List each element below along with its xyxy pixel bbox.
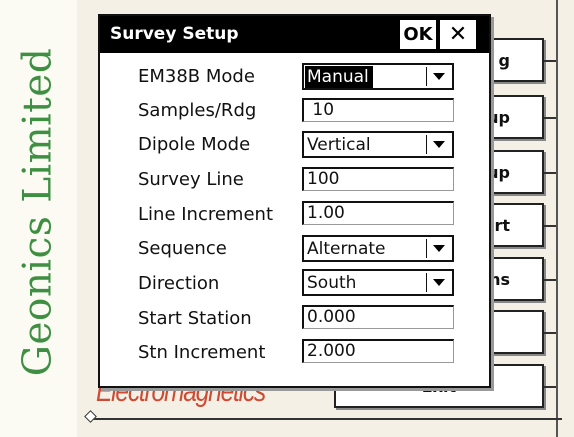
em38b-mode-value: Manual — [305, 66, 373, 88]
sequence-value: Alternate — [307, 239, 386, 259]
dialog-titlebar: Survey Setup OK ✕ — [100, 16, 489, 53]
brand-sidebar: Geonics Limited — [0, 0, 79, 437]
right-divider — [556, 0, 558, 437]
direction-label: Direction — [138, 273, 220, 294]
direction-value: South — [307, 273, 357, 293]
dialog-title: Survey Setup — [110, 24, 239, 44]
close-icon: ✕ — [448, 22, 468, 47]
line-increment-input[interactable]: 1.00 — [302, 201, 454, 225]
direction-select[interactable]: South — [302, 269, 454, 296]
em38b-mode-label: EM38B Mode — [138, 66, 255, 87]
station-increment-label: Stn Increment — [138, 342, 266, 363]
survey-line-label: Survey Line — [138, 169, 244, 190]
chevron-down-icon[interactable] — [426, 135, 450, 154]
start-station-label: Start Station — [138, 308, 252, 329]
samples-per-reading-input[interactable]: 10 — [302, 98, 454, 122]
close-button[interactable]: ✕ — [440, 20, 476, 49]
samples-per-reading-label: Samples/Rdg — [138, 100, 257, 121]
ok-button[interactable]: OK — [400, 20, 436, 49]
sequence-select[interactable]: Alternate — [302, 235, 454, 262]
station-increment-input[interactable]: 2.000 — [302, 339, 454, 363]
dipole-mode-value: Vertical — [307, 135, 371, 155]
sequence-label: Sequence — [138, 238, 227, 259]
survey-line-input[interactable]: 100 — [302, 167, 454, 191]
chevron-down-icon[interactable] — [426, 67, 450, 86]
bottom-divider — [90, 418, 562, 420]
menu-button-label: rt — [494, 215, 510, 235]
dipole-mode-label: Dipole Mode — [138, 134, 251, 155]
em38b-mode-select[interactable]: Manual — [302, 63, 454, 90]
chevron-down-icon[interactable] — [426, 239, 450, 258]
line-increment-label: Line Increment — [138, 204, 273, 225]
dipole-mode-select[interactable]: Vertical — [302, 131, 454, 158]
menu-button-label: g — [498, 50, 510, 70]
start-station-input[interactable]: 0.000 — [302, 305, 454, 329]
survey-setup-dialog: Survey Setup OK ✕ EM38B Mode Manual Samp… — [98, 14, 491, 388]
chevron-down-icon[interactable] — [426, 273, 450, 292]
company-logo-text: Geonics Limited — [15, 47, 61, 377]
